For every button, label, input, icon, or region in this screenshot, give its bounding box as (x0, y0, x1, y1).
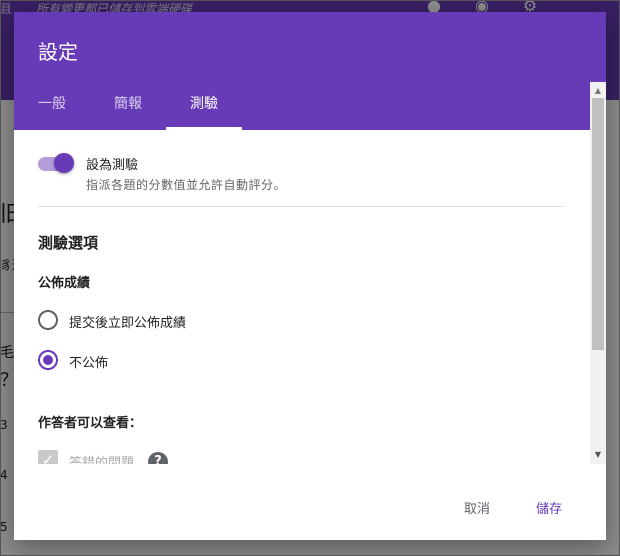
quiz-toggle-description: 指派各題的分數值並允許自動評分。 (86, 178, 287, 192)
cancel-button[interactable]: 取消 (464, 498, 490, 517)
radio-do-not-release-label[interactable]: 不公佈 (69, 352, 108, 371)
quiz-toggle-label: 設為測驗 (86, 158, 139, 173)
toggle-knob (54, 153, 74, 173)
tab-presentation[interactable]: 簡報 (114, 92, 142, 128)
quiz-toggle[interactable] (38, 152, 76, 174)
missed-questions-checkbox[interactable]: ✓ (38, 450, 58, 464)
scroll-down-arrow-icon[interactable]: ▼ (590, 450, 606, 460)
dialog-body: 設為測驗 指派各題的分數值並允許自動評分。 測驗選項 公佈成績 提交後立即公佈成… (14, 130, 590, 464)
respondents-can-see-title: 作答者可以查看： (38, 416, 143, 431)
scrollbar-thumb[interactable] (592, 98, 604, 350)
save-button[interactable]: 儲存 (536, 498, 562, 517)
dialog-header: 設定 一般 簡報 測驗 (14, 12, 606, 130)
missed-questions-label: 答錯的問題 (69, 456, 135, 464)
radio-do-not-release[interactable] (38, 350, 58, 370)
dialog-footer: 取消 儲存 (14, 464, 606, 540)
dialog-title: 設定 (38, 40, 78, 64)
scrollbar[interactable]: ▲ ▼ (590, 82, 606, 464)
quiz-options-title: 測驗選項 (38, 234, 99, 252)
tab-general[interactable]: 一般 (38, 92, 66, 128)
radio-release-immediately-label[interactable]: 提交後立即公佈成績 (69, 312, 186, 331)
section-divider (38, 206, 564, 207)
release-grade-title: 公佈成績 (38, 276, 91, 291)
help-icon[interactable]: ? (148, 452, 168, 464)
scroll-up-arrow-icon[interactable]: ▲ (590, 86, 606, 96)
settings-dialog: 設定 一般 簡報 測驗 設為測驗 指派各題的分數值並允許自動評分。 測驗選項 公… (14, 12, 606, 540)
radio-release-immediately[interactable] (38, 310, 58, 330)
tab-quiz[interactable]: 測驗 (166, 92, 242, 128)
